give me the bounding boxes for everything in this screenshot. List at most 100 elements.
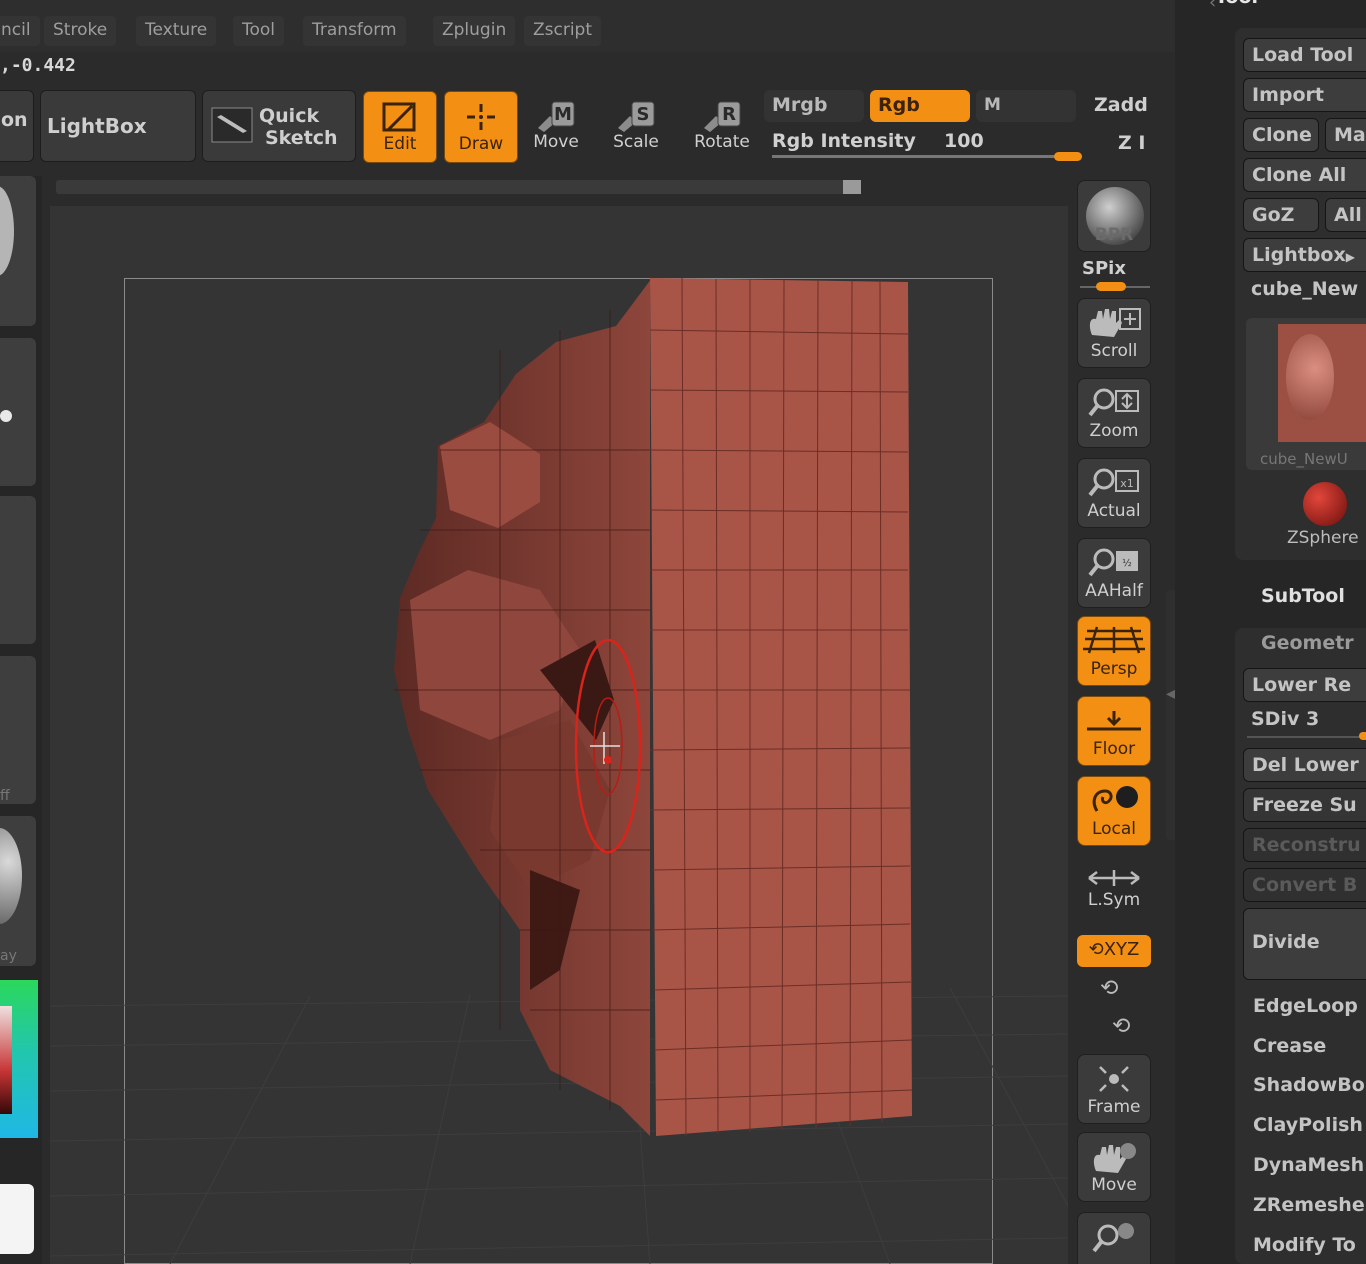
- dynamesh-section[interactable]: DynaMesh: [1253, 1154, 1364, 1176]
- draw-button[interactable]: Draw: [444, 91, 518, 163]
- clone-all-button[interactable]: Clone All: [1243, 158, 1366, 192]
- freeze-subdivision-button[interactable]: Freeze Su: [1243, 788, 1366, 822]
- z-axis-rotate-button[interactable]: ⟲: [1112, 1014, 1130, 1039]
- frame-button[interactable]: Frame: [1077, 1054, 1151, 1124]
- partial-toggle-label: on: [1, 109, 28, 131]
- scale-icon: S: [618, 101, 655, 132]
- brush-sphere-icon: [0, 186, 14, 276]
- sdiv-label: SDiv 3: [1251, 708, 1320, 730]
- z-intensity-label[interactable]: Z I: [1118, 132, 1145, 154]
- zsphere-tool-icon[interactable]: [1303, 482, 1347, 526]
- canvas-horizontal-scrollbar[interactable]: [56, 180, 861, 194]
- lightbox-label: LightBox: [47, 114, 147, 138]
- color-picker[interactable]: [0, 980, 38, 1138]
- material-thumbnail[interactable]: ay: [0, 816, 36, 966]
- expand-arrow-icon: ▶: [1345, 250, 1355, 264]
- actual-button[interactable]: x1 Actual: [1077, 458, 1151, 528]
- scale-label: Scale: [613, 132, 659, 152]
- menu-texture[interactable]: Texture: [136, 16, 217, 46]
- mesh-model[interactable]: [380, 270, 940, 1150]
- frame-icon: [1099, 1066, 1129, 1092]
- brush-thumbnail[interactable]: [0, 176, 36, 326]
- y-axis-rotate-button[interactable]: ⟲: [1100, 976, 1118, 1001]
- move-button[interactable]: M Move: [520, 92, 592, 164]
- tool-thumbnail-image: [1278, 324, 1366, 442]
- stroke-thumbnail[interactable]: [0, 338, 36, 486]
- scrollbar-thumb[interactable]: [843, 180, 861, 194]
- shadowbox-section[interactable]: ShadowBo: [1253, 1074, 1365, 1096]
- zremesher-section[interactable]: ZRemeshe: [1253, 1194, 1365, 1216]
- menu-stencil[interactable]: ncil: [0, 16, 40, 46]
- bpr-label: BPR: [1094, 225, 1134, 245]
- menu-transform[interactable]: Transform: [303, 16, 406, 46]
- persp-label: Persp: [1090, 659, 1138, 679]
- spix-slider[interactable]: [1080, 282, 1150, 292]
- lower-res-button[interactable]: Lower Re: [1243, 668, 1366, 702]
- load-tool-button[interactable]: Load Tool: [1243, 38, 1366, 72]
- spix-knob[interactable]: [1096, 282, 1126, 291]
- alpha-thumbnail[interactable]: [0, 496, 36, 644]
- menu-zplugin[interactable]: Zplugin: [433, 16, 516, 46]
- aahalf-button[interactable]: ½ AAHalf: [1077, 538, 1151, 608]
- scale-button[interactable]: S Scale: [600, 92, 672, 164]
- edit-button[interactable]: Edit: [363, 91, 437, 163]
- back-arrow-icon[interactable]: ‹: [1209, 0, 1216, 13]
- sdiv-knob[interactable]: [1359, 732, 1366, 740]
- goz-all-button[interactable]: All: [1325, 198, 1366, 232]
- menu-stroke[interactable]: Stroke: [44, 16, 117, 46]
- zoom-button[interactable]: Zoom: [1077, 378, 1151, 448]
- rotate-button[interactable]: R Rotate: [686, 92, 758, 164]
- menu-zscript[interactable]: Zscript: [524, 16, 602, 46]
- zoom3d-icon: [1092, 1223, 1134, 1253]
- subtool-header[interactable]: SubTool: [1261, 585, 1345, 607]
- rgb-button[interactable]: Rgb: [870, 90, 970, 122]
- sdiv-slider[interactable]: SDiv 3: [1243, 704, 1366, 740]
- local-label: Local: [1091, 819, 1137, 839]
- claypolish-section[interactable]: ClayPolish: [1253, 1114, 1363, 1136]
- del-lower-button[interactable]: Del Lower: [1243, 748, 1366, 782]
- sdiv-track: [1247, 736, 1366, 738]
- clone-button[interactable]: Clone: [1243, 118, 1319, 152]
- lsym-button[interactable]: L.Sym: [1077, 860, 1151, 930]
- main-color-swatch[interactable]: [0, 1184, 34, 1254]
- move-icon: M: [538, 101, 575, 132]
- move-view-button[interactable]: Move: [1077, 1132, 1151, 1202]
- aahalf-icon: ½: [1088, 548, 1138, 577]
- edgeloop-section[interactable]: EdgeLoop: [1253, 995, 1358, 1017]
- rotate-around-icon: ⟲: [1088, 939, 1104, 960]
- partial-toggle-button[interactable]: on: [0, 90, 34, 162]
- actual-icon: x1: [1088, 468, 1139, 497]
- persp-button[interactable]: Persp: [1077, 616, 1151, 686]
- local-button[interactable]: Local: [1077, 776, 1151, 846]
- make-polymesh-button[interactable]: Mak: [1325, 118, 1366, 152]
- zadd-button[interactable]: Zadd: [1094, 94, 1148, 116]
- geometry-header[interactable]: Geometr: [1261, 632, 1354, 654]
- quick-sketch-button[interactable]: Quick Sketch: [202, 90, 356, 162]
- edit-label: Edit: [383, 134, 417, 154]
- color-field[interactable]: [0, 1006, 12, 1114]
- lightbox-button[interactable]: LightBox: [40, 90, 196, 162]
- divide-button[interactable]: Divide: [1243, 908, 1366, 980]
- modify-topology-section[interactable]: Modify To: [1253, 1234, 1356, 1256]
- rgb-intensity-slider[interactable]: Rgb Intensity 100: [764, 126, 1084, 166]
- floor-label: Floor: [1092, 739, 1136, 759]
- bpr-button[interactable]: BPR: [1077, 180, 1151, 252]
- xyz-button[interactable]: ⟲XYZ: [1077, 935, 1151, 967]
- scroll-button[interactable]: Scroll: [1077, 298, 1151, 368]
- m-button[interactable]: M: [976, 90, 1076, 122]
- import-button[interactable]: Import: [1243, 78, 1366, 112]
- menu-tool[interactable]: Tool: [233, 16, 285, 46]
- texture-off-label: ff: [0, 788, 10, 804]
- local-icon: [1092, 786, 1138, 812]
- frame-label: Frame: [1087, 1097, 1141, 1117]
- rgb-intensity-knob[interactable]: [1054, 152, 1082, 161]
- texture-thumbnail[interactable]: ff: [0, 656, 36, 804]
- floor-button[interactable]: Floor: [1077, 696, 1151, 766]
- goz-button[interactable]: GoZ: [1243, 198, 1319, 232]
- tool-thumbnail[interactable]: cube_NewU: [1246, 318, 1366, 470]
- zoom3d-button[interactable]: [1077, 1212, 1151, 1264]
- mrgb-button[interactable]: Mrgb: [764, 90, 864, 122]
- lightbox-tools-button[interactable]: Lightbox▶: [1243, 238, 1366, 272]
- xyz-label: XYZ: [1103, 939, 1140, 960]
- crease-section[interactable]: Crease: [1253, 1035, 1326, 1057]
